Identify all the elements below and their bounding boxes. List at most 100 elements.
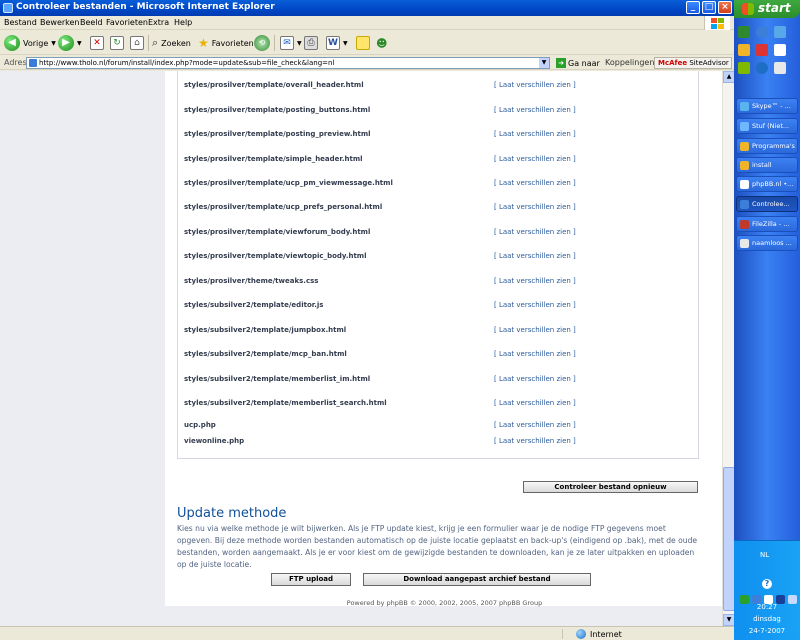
taskbar-button[interactable]: Programma's [736, 138, 798, 154]
refresh-button[interactable]: ↻ [110, 34, 124, 52]
taskbar-button[interactable]: Stuf (Niet... [736, 118, 798, 134]
note-icon [356, 36, 370, 50]
ie-quicklaunch-icon[interactable] [756, 26, 768, 38]
tool-quicklaunch-icon[interactable] [774, 62, 786, 74]
taskbar-button[interactable]: phpBB.nl •... [736, 176, 798, 192]
stop-button[interactable]: ✕ [90, 34, 104, 52]
task-label: phpBB.nl •... [752, 180, 794, 188]
taskbar-button[interactable]: naamloos ... [736, 235, 798, 251]
stop-icon: ✕ [90, 36, 104, 50]
search-icon: ⌕ [152, 36, 159, 49]
show-diff-link[interactable]: [ Laat verschillen zien ] [494, 179, 576, 187]
show-diff-link[interactable]: [ Laat verschillen zien ] [494, 203, 576, 211]
folder-quicklaunch-icon[interactable] [738, 44, 750, 56]
messenger-icon: ☻ [376, 36, 388, 50]
links-button[interactable]: Koppelingen [605, 58, 654, 67]
media-quicklaunch-icon[interactable] [738, 62, 750, 74]
language-indicator[interactable]: NL [760, 551, 769, 559]
menu-help[interactable]: Help [174, 18, 192, 27]
show-diff-link[interactable]: [ Laat verschillen zien ] [494, 437, 576, 445]
show-diff-link[interactable]: [ Laat verschillen zien ] [494, 130, 576, 138]
favorites-button[interactable]: ★ Favorieten [198, 34, 254, 52]
menu-bestand[interactable]: Bestand [4, 18, 37, 27]
menu-beeld[interactable]: Beeld [80, 18, 103, 27]
show-diff-link[interactable]: [ Laat verschillen zien ] [494, 252, 576, 260]
messenger-button[interactable]: ☻ [376, 34, 387, 52]
taskbar-button[interactable]: Controlee... [736, 196, 798, 212]
forward-button[interactable]: ▶ ▼ [58, 34, 82, 52]
ie-icon [3, 3, 13, 13]
home-button[interactable]: ⌂ [130, 34, 144, 52]
mail-button[interactable]: ✉ ▼ [280, 34, 302, 52]
siteadvisor-label: SiteAdvisor [689, 59, 729, 67]
file-path: styles/prosilver/template/posting_previe… [184, 130, 371, 138]
task-label: Controlee... [752, 200, 790, 208]
clock-time[interactable]: 20:27 [734, 603, 800, 611]
recheck-files-button[interactable]: Controleer bestand opnieuw [523, 481, 698, 493]
address-input[interactable]: http://www.tholo.nl/forum/install/index.… [26, 57, 550, 69]
edit-button[interactable]: W ▼ [326, 34, 348, 52]
taskbar-button[interactable]: install [736, 157, 798, 173]
show-diff-link[interactable]: [ Laat verschillen zien ] [494, 350, 576, 358]
vertical-scrollbar[interactable]: ▲ ▼ [722, 71, 735, 626]
skype-quicklaunch-icon[interactable] [774, 26, 786, 38]
task-app-icon [740, 142, 749, 151]
show-diff-link[interactable]: [ Laat verschillen zien ] [494, 155, 576, 163]
maximize-button[interactable]: □ [702, 1, 716, 14]
address-bar: Adres http://www.tholo.nl/forum/install/… [0, 56, 734, 70]
file-path: ucp.php [184, 421, 216, 429]
app-quicklaunch-icon[interactable] [756, 44, 768, 56]
page-icon [29, 59, 37, 67]
star-icon: ★ [198, 36, 209, 50]
help-icon[interactable]: ? [762, 579, 772, 589]
show-diff-link[interactable]: [ Laat verschillen zien ] [494, 81, 576, 89]
task-app-icon [740, 102, 749, 111]
task-app-icon [740, 239, 749, 248]
task-label: Skype™ - ... [752, 102, 791, 110]
home-icon: ⌂ [130, 36, 144, 50]
task-label: Stuf (Niet... [752, 122, 790, 130]
messenger-quicklaunch-icon[interactable] [756, 62, 768, 74]
show-diff-link[interactable]: [ Laat verschillen zien ] [494, 326, 576, 334]
menu-bewerken[interactable]: Bewerken [40, 18, 80, 27]
go-arrow-icon: ➜ [556, 58, 566, 68]
history-button[interactable]: ⟲ [254, 34, 270, 52]
show-diff-link[interactable]: [ Laat verschillen zien ] [494, 228, 576, 236]
show-diff-link[interactable]: [ Laat verschillen zien ] [494, 399, 576, 407]
file-path: styles/subsilver2/template/memberlist_im… [184, 375, 371, 383]
show-diff-link[interactable]: [ Laat verschillen zien ] [494, 421, 576, 429]
print-button[interactable]: ⎙ [304, 34, 318, 52]
start-button[interactable]: start [734, 0, 800, 18]
favorites-label: Favorieten [211, 38, 254, 48]
back-button[interactable]: ◀ Vorige ▼ [4, 34, 56, 52]
show-diff-link[interactable]: [ Laat verschillen zien ] [494, 106, 576, 114]
windows-flag-icon [704, 16, 730, 30]
toolbar: ◀ Vorige ▼ ▶ ▼ ✕ ↻ ⌂ ⌕ Zoeken ★ Favoriet… [0, 31, 734, 55]
show-diff-link[interactable]: [ Laat verschillen zien ] [494, 375, 576, 383]
word-icon: W [326, 36, 340, 50]
notes-button[interactable] [356, 34, 370, 52]
window-title: Controleer bestanden - Microsoft Interne… [16, 2, 275, 12]
minimize-button[interactable]: _ [686, 1, 700, 14]
taskbar-button[interactable]: Skype™ - ... [736, 98, 798, 114]
file-path: styles/prosilver/template/viewforum_body… [184, 228, 371, 236]
search-button[interactable]: ⌕ Zoeken [152, 34, 191, 52]
file-path: styles/prosilver/theme/tweaks.css [184, 277, 319, 285]
go-button[interactable]: ➜ Ga naar [556, 58, 600, 68]
doc-quicklaunch-icon[interactable] [774, 44, 786, 56]
download-archive-button[interactable]: Download aangepast archief bestand [363, 573, 591, 586]
globe-icon [576, 629, 586, 639]
task-app-icon [740, 122, 749, 131]
menu-extra[interactable]: Extra [148, 18, 169, 27]
ftp-upload-button[interactable]: FTP upload [271, 573, 351, 586]
update-method-title: Update methode [177, 506, 287, 521]
show-diff-link[interactable]: [ Laat verschillen zien ] [494, 277, 576, 285]
close-button[interactable]: × [718, 1, 732, 14]
taskbar-button[interactable]: FileZilla - ... [736, 216, 798, 232]
show-diff-link[interactable]: [ Laat verschillen zien ] [494, 301, 576, 309]
chevron-down-icon[interactable]: ▼ [539, 58, 549, 68]
desktop-icon[interactable] [738, 26, 750, 38]
mcafee-siteadvisor-button[interactable]: McAfee SiteAdvisor [654, 57, 732, 69]
menu-favorieten[interactable]: Favorieten [106, 18, 148, 27]
title-bar[interactable]: Controleer bestanden - Microsoft Interne… [0, 0, 734, 16]
